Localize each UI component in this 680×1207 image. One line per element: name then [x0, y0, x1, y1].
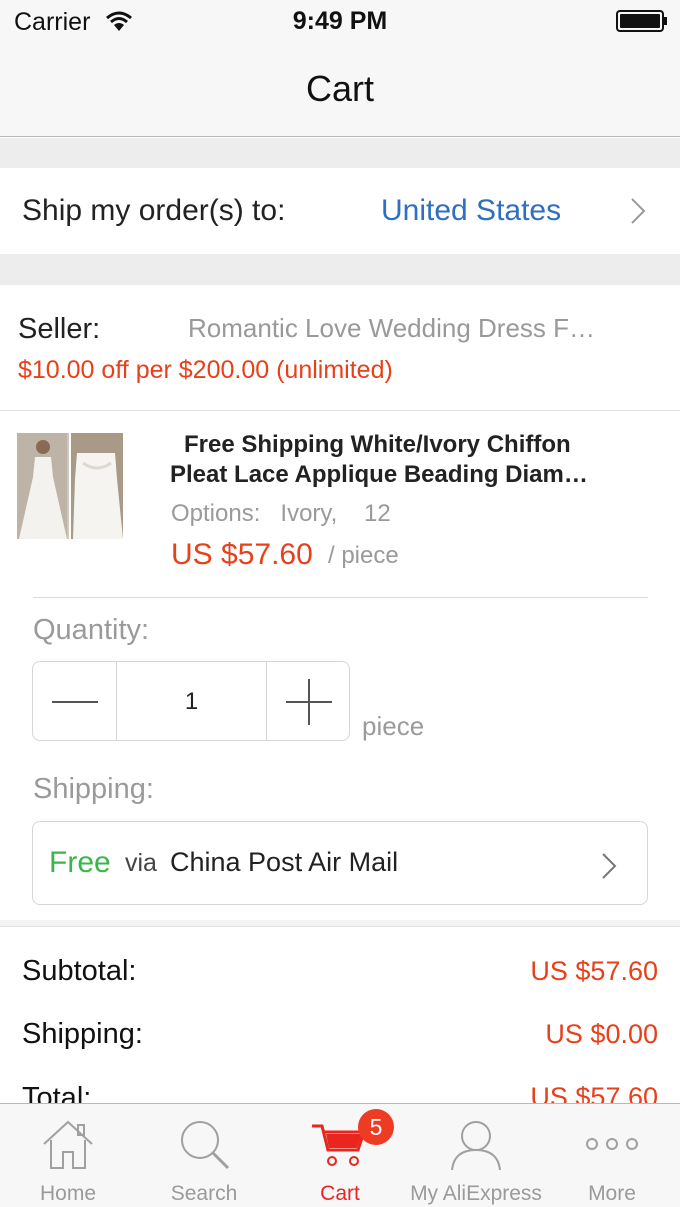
- order-totals: Subtotal: US $57.60 Shipping: US $0.00 T…: [0, 926, 680, 1106]
- ship-to-country[interactable]: United States: [381, 194, 561, 228]
- shipping-total-value: US $0.00: [545, 1019, 658, 1049]
- seller-label: Seller:: [18, 313, 101, 345]
- shipping-label: Shipping:: [33, 773, 154, 805]
- quantity-input[interactable]: 1: [117, 688, 266, 716]
- tab-more[interactable]: More: [544, 1104, 680, 1207]
- section-gap: [0, 254, 680, 285]
- options-value: Ivory, 12: [280, 500, 391, 527]
- tab-label: Cart: [320, 1182, 360, 1205]
- product-options: Options: Ivory, 12: [171, 500, 391, 528]
- product-thumbnail[interactable]: [17, 433, 123, 539]
- user-icon: [451, 1121, 501, 1171]
- tab-search[interactable]: Search: [136, 1104, 272, 1207]
- wedding-dress-image: [17, 433, 123, 539]
- product-title-line: Pleat Lace Applique Beading Diam…: [170, 461, 588, 488]
- price-unit: / piece: [328, 542, 399, 569]
- quantity-stepper[interactable]: 1: [32, 661, 350, 741]
- plus-icon: [286, 679, 332, 725]
- shipping-via: via: [125, 849, 157, 877]
- quantity-label: Quantity:: [33, 614, 150, 646]
- product-title-line: Free Shipping White/Ivory Chiffon: [184, 431, 571, 458]
- tab-home[interactable]: Home: [0, 1104, 136, 1207]
- section-gap: [0, 138, 680, 168]
- shipping-method-selector[interactable]: Free via China Post Air Mail: [32, 821, 648, 905]
- subtotal-label: Subtotal:: [22, 955, 137, 987]
- quantity-unit: piece: [362, 711, 425, 741]
- product-price: US $57.60: [171, 538, 313, 571]
- page-title: Cart: [305, 68, 374, 109]
- chevron-right-icon: [602, 853, 617, 879]
- tab-label: More: [588, 1182, 636, 1205]
- subtotal-value: US $57.60: [530, 956, 658, 986]
- shipping-carrier: China Post Air Mail: [170, 847, 399, 877]
- ship-to-row[interactable]: Ship my order(s) to: United States: [0, 168, 680, 254]
- divider: [33, 597, 648, 598]
- seller-name[interactable]: Romantic Love Wedding Dress F…: [188, 313, 595, 344]
- tab-label: Home: [39, 1182, 97, 1205]
- options-label: Options:: [171, 500, 261, 527]
- ship-to-label: Ship my order(s) to:: [22, 194, 286, 227]
- chevron-right-icon: [631, 198, 646, 224]
- decrease-quantity-button[interactable]: [33, 662, 117, 740]
- home-icon: [43, 1120, 93, 1169]
- search-icon: [181, 1121, 230, 1170]
- tab-label: Search: [170, 1182, 238, 1205]
- seller-header: Seller: Romantic Love Wedding Dress F… $…: [0, 285, 680, 411]
- cart-count-badge: 5: [358, 1109, 394, 1145]
- increase-quantity-button[interactable]: [266, 662, 350, 740]
- shipping-cost: Free: [49, 846, 111, 879]
- store-promotion: $10.00 off per $200.00 (unlimited): [18, 356, 393, 384]
- battery-icon: [616, 10, 667, 32]
- tab-label: My AliExpress: [410, 1182, 542, 1205]
- shipping-total-label: Shipping:: [22, 1018, 143, 1050]
- product-title[interactable]: Free Shipping White/Ivory Chiffon Pleat …: [170, 430, 640, 490]
- navigation-bar: Cart: [0, 44, 680, 137]
- status-bar: Carrier 9:49 PM: [0, 0, 680, 44]
- more-icon: [586, 1138, 638, 1150]
- clock: 9:49 PM: [292, 7, 388, 35]
- tab-my-aliexpress[interactable]: My AliExpress: [408, 1104, 544, 1207]
- tab-bar: Home Search Cart My AliExpress More: [0, 1103, 680, 1207]
- minus-icon: [52, 701, 98, 703]
